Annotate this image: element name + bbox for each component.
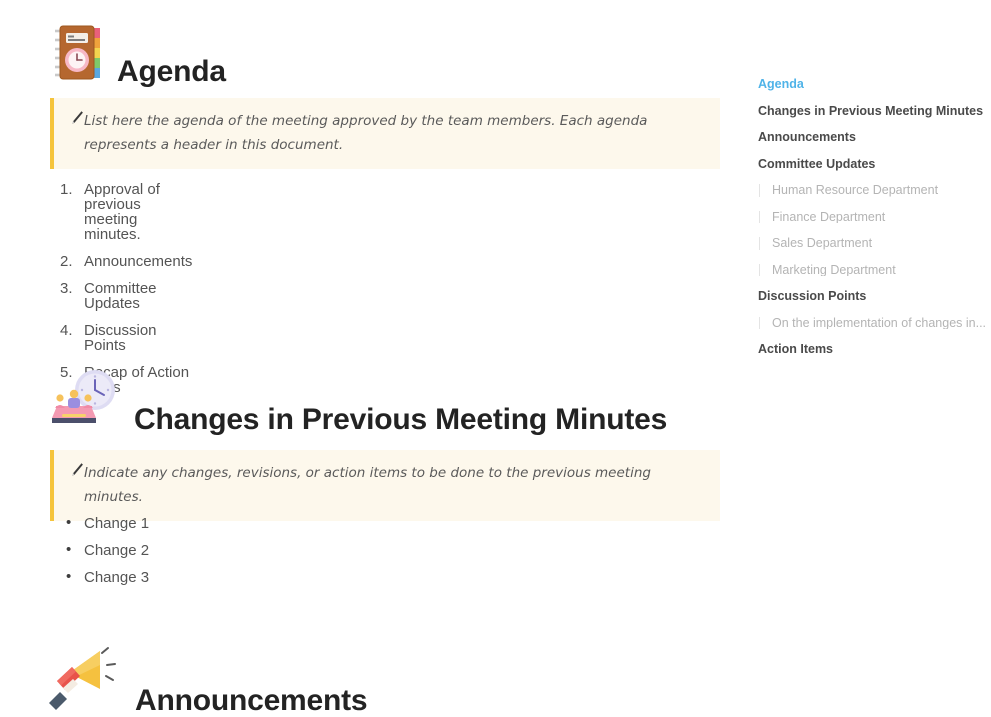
list-item: 4. Discussion Points [50,323,192,353]
megaphone-icon [45,643,121,716]
list-item: 2. Announcements [50,254,192,269]
changes-callout-text: Indicate any changes, revisions, or acti… [84,465,651,505]
agenda-callout: List here the agenda of the meeting appr… [50,98,720,170]
list-item-label: Approval of previous meeting minutes. [84,181,160,243]
section-title-changes: Changes in Previous Meeting Minutes [134,402,668,436]
changes-callout: Indicate any changes, revisions, or acti… [50,450,720,522]
announcements-heading-row: Announcements [45,643,368,717]
pen-icon [70,462,84,478]
list-bullet: • [66,541,72,558]
list-item-label: Committee Updates [84,280,157,312]
list-marker: 3. [60,280,73,297]
table-of-contents: Agenda Changes in Previous Meeting Minut… [758,78,991,370]
document-body: Agenda List here the agenda of the meeti… [0,0,740,717]
notebook-with-clock-icon [53,22,103,87]
list-item: • Change 2 [50,541,150,559]
list-bullet: • [66,568,72,585]
list-bullet: • [66,514,72,531]
toc-subitem-sales-department[interactable]: Sales Department [758,237,991,250]
toc-item-action-items[interactable]: Action Items [758,343,991,356]
changes-heading-row: Changes in Previous Meeting Minutes [48,368,667,435]
list-marker: 2. [60,253,73,270]
list-item-label: Discussion Points [84,322,157,354]
toc-item-committee-updates[interactable]: Committee Updates [758,157,991,171]
toc-subitem-on-the-implementation-of-changes[interactable]: On the implementation of changes in... [758,316,991,329]
list-marker: 4. [60,322,73,339]
pen-icon [70,110,84,126]
toc-subitem-finance-department[interactable]: Finance Department [758,210,991,223]
list-item-label: Change 1 [84,515,150,532]
section-title-announcements: Announcements [135,683,368,717]
toc-item-discussion-points[interactable]: Discussion Points [758,290,991,303]
list-item-label: Announcements [84,253,193,270]
toc-subitem-human-resource-department[interactable]: Human Resource Department [758,184,991,197]
page-title: Agenda [117,54,226,88]
toc-item-changes-in-previous-meeting-minutes[interactable]: Changes in Previous Meeting Minutes [758,104,991,118]
changes-bulleted-list: • Change 1 • Change 2 • Change 3 [50,514,150,597]
list-item: • Change 3 [50,568,150,586]
toc-item-announcements[interactable]: Announcements [758,131,991,144]
meeting-with-clock-icon [48,368,120,435]
agenda-callout-text: List here the agenda of the meeting appr… [84,113,648,153]
list-marker: 1. [60,181,73,198]
agenda-heading-row: Agenda [53,22,226,87]
list-item: 1. Approval of previous meeting minutes. [50,182,192,242]
list-item: 3. Committee Updates [50,281,192,311]
list-item-label: Change 2 [84,542,150,559]
list-item-label: Change 3 [84,569,150,586]
toc-item-agenda[interactable]: Agenda [758,78,991,91]
toc-subitem-marketing-department[interactable]: Marketing Department [758,263,991,276]
list-item: • Change 1 [50,514,150,532]
